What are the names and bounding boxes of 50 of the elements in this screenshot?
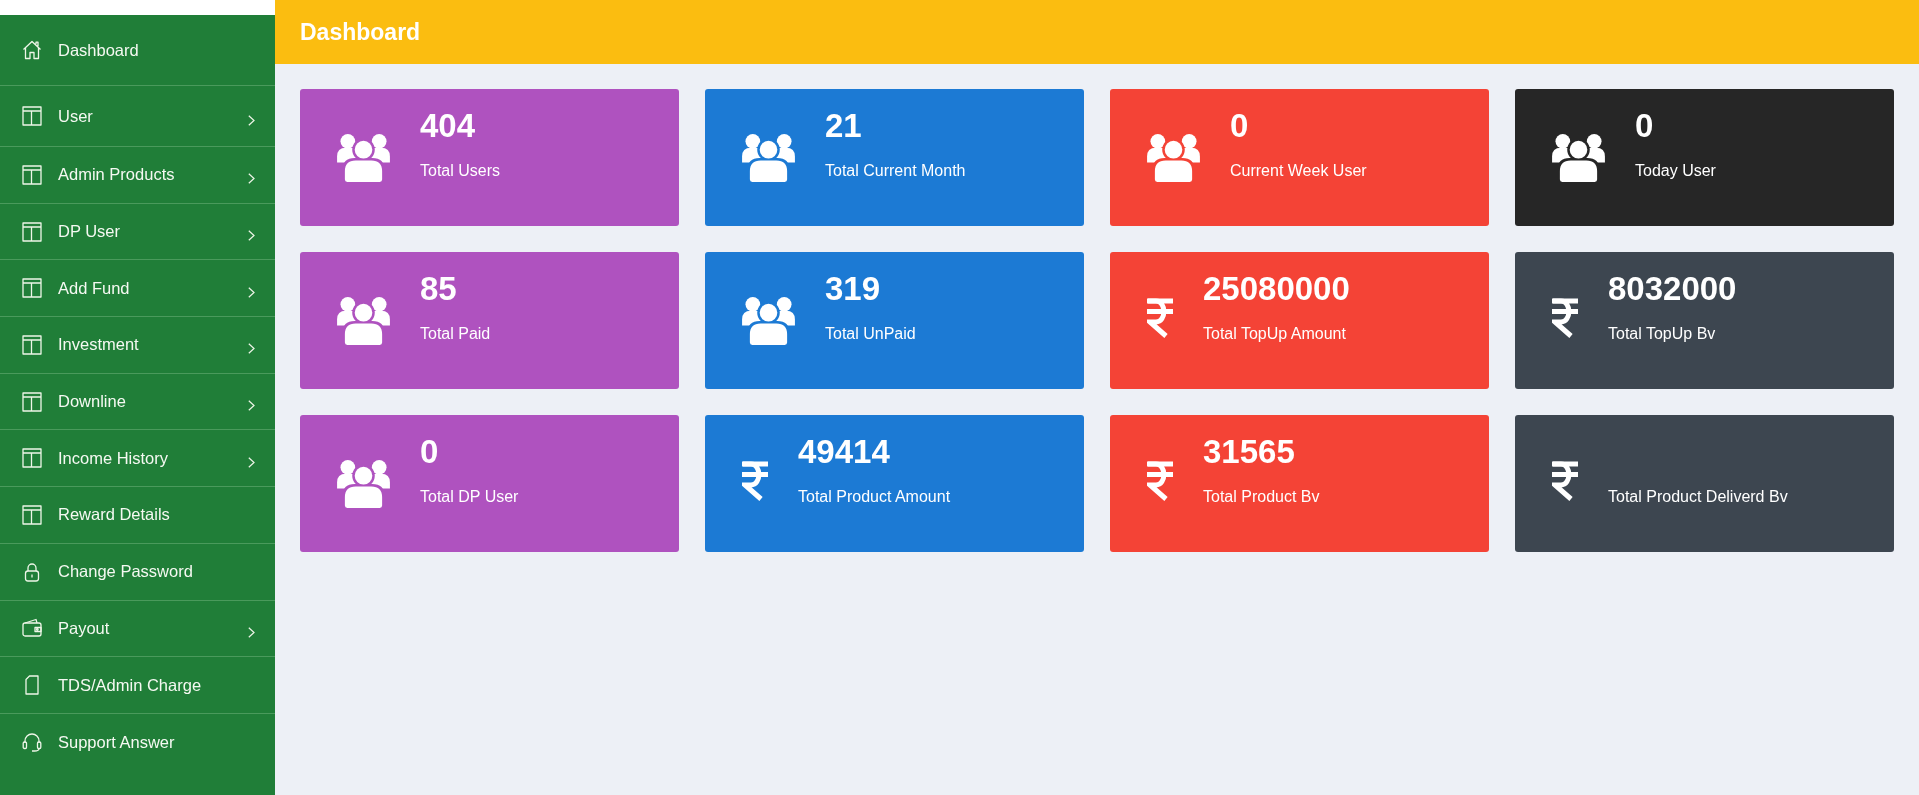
table-icon (22, 391, 42, 412)
rupee-icon (1147, 460, 1173, 501)
table-icon (22, 448, 42, 469)
rupee-icon (1552, 460, 1578, 501)
stat-value: 8032000 (1608, 269, 1737, 309)
stat-label: Total Product Deliverd Bv (1608, 487, 1788, 507)
page-title: Dashboard (300, 18, 421, 46)
stat-label: Total TopUp Bv (1608, 324, 1716, 344)
users-icon (1147, 133, 1200, 182)
table-icon (22, 221, 42, 242)
stat-value: 0 (1230, 106, 1249, 146)
document-icon (22, 675, 42, 696)
stat-label: Total TopUp Amount (1203, 324, 1346, 344)
table-icon (22, 106, 42, 126)
home-icon (22, 40, 42, 60)
stat-label: Current Week User (1230, 161, 1367, 181)
stat-value: 0 (420, 432, 439, 472)
stat-value: 319 (825, 269, 881, 309)
table-icon (22, 278, 42, 299)
stat-label: Total Users (420, 161, 501, 181)
users-icon (742, 296, 795, 345)
table-icon (22, 334, 42, 355)
users-icon (337, 133, 390, 182)
rupee-icon (1552, 297, 1578, 338)
users-icon (1552, 133, 1605, 182)
table-icon (22, 164, 42, 185)
stat-label: Total UnPaid (825, 324, 916, 344)
rupee-icon (1147, 297, 1173, 338)
stat-value: 0 (1635, 106, 1654, 146)
sidebar-item[interactable]: Support Answer (0, 713, 275, 771)
stat-label: Total Current Month (825, 161, 966, 181)
headset-icon (22, 732, 42, 753)
stat-value: 85 (420, 269, 457, 309)
stat-value: 25080000 (1203, 269, 1350, 309)
table-icon (22, 504, 42, 525)
stat-label: Total Product Bv (1203, 487, 1320, 507)
stat-label: Total Paid (420, 324, 491, 344)
stat-value: 404 (420, 106, 476, 146)
stat-value: 21 (825, 106, 862, 146)
rupee-icon (742, 460, 768, 501)
stat-label: Total DP User (420, 487, 519, 507)
users-icon (742, 133, 795, 182)
stat-label: Total Product Amount (798, 487, 951, 507)
lock-icon (22, 561, 42, 582)
users-icon (337, 459, 390, 508)
wallet-icon (22, 618, 42, 639)
stat-value: 31565 (1203, 432, 1295, 472)
stat-label: Today User (1635, 161, 1716, 181)
users-icon (337, 296, 390, 345)
stat-value: 49414 (798, 432, 890, 472)
